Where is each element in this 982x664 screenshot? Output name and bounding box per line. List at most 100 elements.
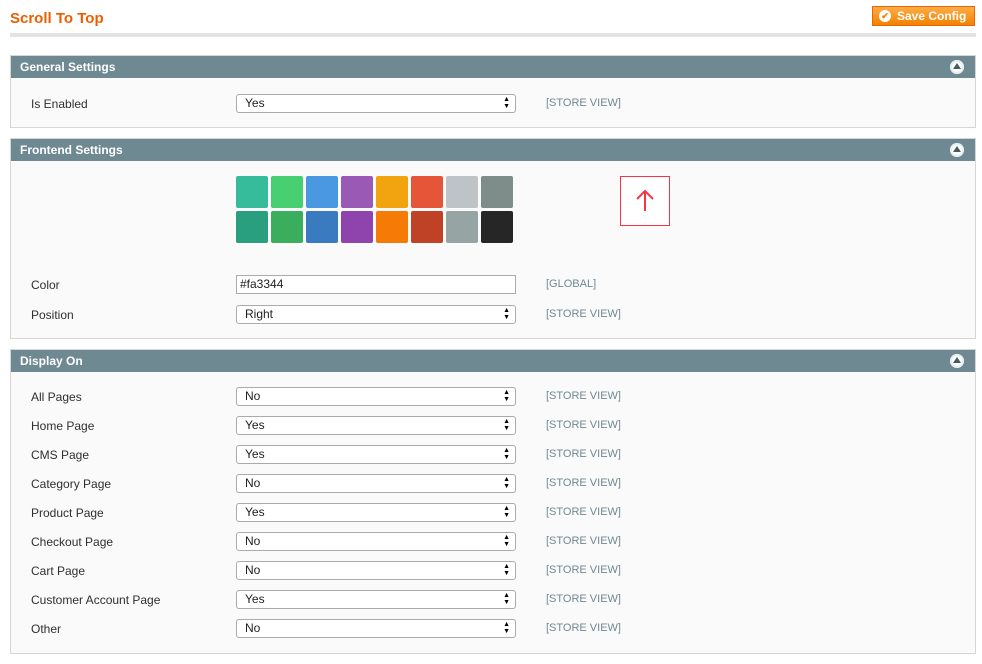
display-on-row: Checkout Page No ▲ ▼ [STORE VIEW] [11, 532, 975, 552]
checkmark-circle-icon: ✔ [879, 10, 891, 22]
display-on-label: Home Page [31, 419, 95, 433]
display-on-scope: [STORE VIEW] [546, 419, 621, 431]
display-on-select[interactable]: No ▲ ▼ [236, 619, 516, 638]
display-on-scope: [STORE VIEW] [546, 564, 621, 576]
display-on-value: No [245, 534, 261, 548]
display-on-scope: [STORE VIEW] [546, 390, 621, 402]
color-swatch[interactable] [271, 211, 303, 243]
display-on-label: Cart Page [31, 564, 86, 578]
page-title: Scroll To Top [10, 10, 104, 27]
display-on-value: Yes [245, 418, 265, 432]
select-updown-arrows-icon: ▲ ▼ [503, 534, 510, 548]
color-swatch[interactable] [481, 176, 513, 208]
color-swatch[interactable] [446, 176, 478, 208]
color-swatch[interactable] [306, 176, 338, 208]
color-swatch[interactable] [271, 176, 303, 208]
display-on-select[interactable]: No ▲ ▼ [236, 561, 516, 580]
frontend-settings-section: Frontend Settings Color #fa3344 [GLOBAL]… [10, 138, 976, 339]
display-on-label: Product Page [31, 506, 104, 520]
general-settings-title: General Settings [20, 60, 116, 74]
position-value: Right [245, 307, 274, 321]
general-settings-section: General Settings Is Enabled Yes ▲ ▼ [STOR… [10, 55, 976, 128]
display-on-title: Display On [20, 354, 83, 368]
display-on-value: No [245, 563, 261, 577]
display-on-select[interactable]: No ▲ ▼ [236, 474, 516, 493]
position-label: Position [31, 308, 74, 322]
display-on-select[interactable]: No ▲ ▼ [236, 532, 516, 551]
display-on-value: Yes [245, 505, 265, 519]
select-updown-arrows-icon: ▲ ▼ [503, 592, 510, 606]
general-settings-header[interactable]: General Settings [11, 56, 975, 78]
display-on-value: Yes [245, 447, 265, 461]
display-on-select[interactable]: Yes ▲ ▼ [236, 416, 516, 435]
is-enabled-label: Is Enabled [31, 97, 88, 111]
collapse-up-icon[interactable] [950, 143, 964, 157]
color-swatch[interactable] [341, 176, 373, 208]
collapse-up-icon[interactable] [950, 60, 964, 74]
display-on-label: CMS Page [31, 448, 90, 462]
display-on-section: Display On All Pages No ▲ ▼ [STORE VIEW] Home… [10, 349, 976, 654]
position-select[interactable]: Right ▲ ▼ [236, 305, 516, 324]
position-row: Position Right ▲ ▼ [STORE VIEW] [11, 305, 975, 325]
display-on-scope: [STORE VIEW] [546, 622, 621, 634]
save-config-button[interactable]: ✔ Save Config [872, 6, 975, 26]
color-swatch[interactable] [341, 211, 373, 243]
display-on-scope: [STORE VIEW] [546, 506, 621, 518]
position-scope: [STORE VIEW] [546, 308, 621, 320]
display-on-value: No [245, 621, 261, 635]
title-divider [10, 33, 976, 37]
select-updown-arrows-icon: ▲ ▼ [503, 307, 510, 321]
display-on-select[interactable]: Yes ▲ ▼ [236, 503, 516, 522]
select-updown-arrows-icon: ▲ ▼ [503, 418, 510, 432]
arrow-up-icon [636, 189, 654, 211]
color-label: Color [31, 278, 60, 292]
display-on-row: All Pages No ▲ ▼ [STORE VIEW] [11, 387, 975, 407]
color-scope: [GLOBAL] [546, 278, 597, 290]
display-on-scope: [STORE VIEW] [546, 448, 621, 460]
color-swatch[interactable] [411, 176, 443, 208]
display-on-label: Category Page [31, 477, 112, 491]
color-swatch[interactable] [376, 176, 408, 208]
display-on-value: No [245, 389, 261, 403]
is-enabled-value: Yes [245, 96, 265, 110]
display-on-row: Customer Account Page Yes ▲ ▼ [STORE VIEW] [11, 590, 975, 610]
color-swatch-grid [236, 176, 518, 244]
display-on-select[interactable]: Yes ▲ ▼ [236, 590, 516, 609]
display-on-scope: [STORE VIEW] [546, 535, 621, 547]
select-updown-arrows-icon: ▲ ▼ [503, 389, 510, 403]
is-enabled-select[interactable]: Yes ▲ ▼ [236, 94, 516, 113]
color-swatch[interactable] [481, 211, 513, 243]
is-enabled-scope: [STORE VIEW] [546, 97, 621, 109]
color-swatch[interactable] [446, 211, 478, 243]
display-on-value: Yes [245, 592, 265, 606]
display-on-scope: [STORE VIEW] [546, 477, 621, 489]
display-on-label: All Pages [31, 390, 82, 404]
display-on-row: Other No ▲ ▼ [STORE VIEW] [11, 619, 975, 639]
frontend-settings-title: Frontend Settings [20, 143, 123, 157]
display-on-row: Home Page Yes ▲ ▼ [STORE VIEW] [11, 416, 975, 436]
collapse-up-icon[interactable] [950, 354, 964, 368]
select-updown-arrows-icon: ▲ ▼ [503, 505, 510, 519]
display-on-header[interactable]: Display On [11, 350, 975, 372]
is-enabled-row: Is Enabled Yes ▲ ▼ [STORE VIEW] [11, 94, 975, 114]
display-on-row: Category Page No ▲ ▼ [STORE VIEW] [11, 474, 975, 494]
display-on-row: Cart Page No ▲ ▼ [STORE VIEW] [11, 561, 975, 581]
save-config-label: Save Config [897, 9, 967, 23]
color-input[interactable]: #fa3344 [236, 275, 516, 294]
display-on-label: Checkout Page [31, 535, 114, 549]
select-updown-arrows-icon: ▲ ▼ [503, 621, 510, 635]
display-on-select[interactable]: No ▲ ▼ [236, 387, 516, 406]
color-swatch[interactable] [306, 211, 338, 243]
select-updown-arrows-icon: ▲ ▼ [503, 476, 510, 490]
scroll-top-preview[interactable] [620, 176, 670, 226]
display-on-row: CMS Page Yes ▲ ▼ [STORE VIEW] [11, 445, 975, 465]
select-updown-arrows-icon: ▲ ▼ [503, 563, 510, 577]
frontend-settings-header[interactable]: Frontend Settings [11, 139, 975, 161]
color-swatch[interactable] [236, 176, 268, 208]
display-on-select[interactable]: Yes ▲ ▼ [236, 445, 516, 464]
color-swatch[interactable] [236, 211, 268, 243]
color-swatch[interactable] [411, 211, 443, 243]
display-on-value: No [245, 476, 261, 490]
display-on-label: Other [31, 622, 62, 636]
color-swatch[interactable] [376, 211, 408, 243]
